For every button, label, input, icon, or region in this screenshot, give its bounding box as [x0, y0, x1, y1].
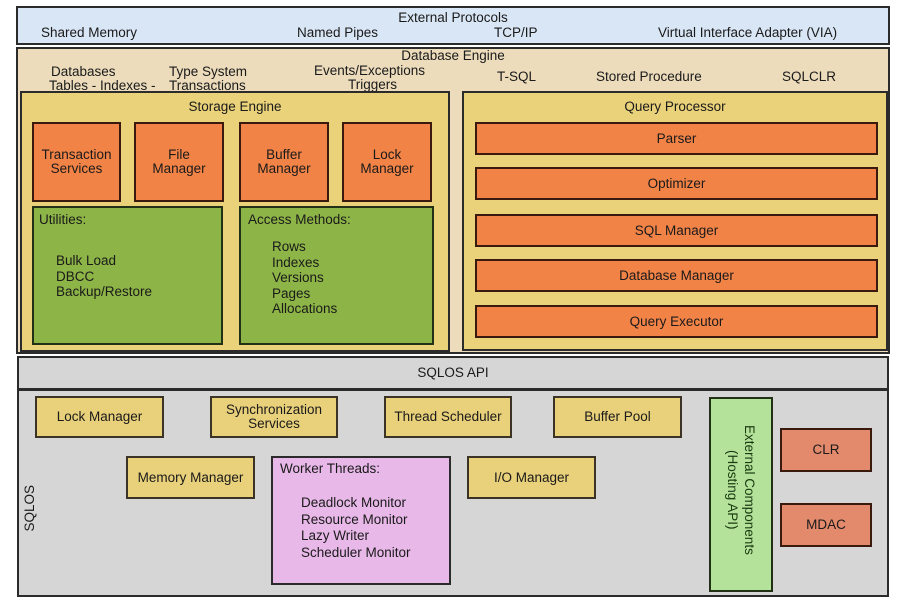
- sync-services-line2: Services: [248, 416, 300, 431]
- access-method-item: Versions: [272, 270, 324, 285]
- transaction-services-line2: Services: [50, 161, 103, 176]
- external-protocols-layer: External Protocols Shared Memory Named P…: [16, 6, 890, 45]
- buffer-manager-line2: Manager: [257, 161, 311, 176]
- worker-threads-list: Deadlock Monitor Resource Monitor Lazy W…: [301, 495, 411, 561]
- utility-item: Backup/Restore: [56, 284, 153, 299]
- utilities-list: Bulk Load DBCC Backup/Restore: [56, 253, 152, 300]
- thread-scheduler: Thread Scheduler: [384, 396, 512, 438]
- protocol-shared-memory: Shared Memory: [41, 25, 138, 40]
- external-components: External Components (Hosting API): [709, 397, 773, 592]
- access-method-item: Rows: [272, 239, 306, 254]
- sqlos-label: SQLOS: [22, 485, 37, 532]
- sql-manager: SQL Manager: [475, 214, 878, 247]
- buffer-manager-line1: Buffer: [266, 147, 302, 162]
- sqlos-lock-manager: Lock Manager: [35, 396, 164, 438]
- label-databases: Databases: [51, 64, 116, 79]
- worker-thread-item: Deadlock Monitor: [301, 495, 407, 510]
- clr: CLR: [780, 428, 872, 472]
- label-type-system: Type System: [169, 64, 248, 79]
- external-protocols-title: External Protocols: [398, 10, 508, 25]
- lock-manager-line1: Lock: [372, 147, 402, 162]
- external-components-line2: (Hosting API): [725, 450, 740, 530]
- lock-manager-storage: Lock Manager: [342, 122, 432, 202]
- label-stored-procedure: Stored Procedure: [596, 69, 702, 84]
- synchronization-services: Synchronization Services: [210, 396, 338, 438]
- protocol-tcpip: TCP/IP: [494, 25, 538, 40]
- external-components-line1: External Components: [742, 425, 757, 555]
- memory-manager: Memory Manager: [126, 456, 255, 499]
- optimizer: Optimizer: [475, 167, 878, 200]
- access-methods-list: Rows Indexes Versions Pages Allocations: [272, 239, 337, 317]
- transaction-services-line1: Transaction: [41, 147, 112, 162]
- external-components-label: External Components (Hosting API): [724, 425, 758, 555]
- buffer-pool: Buffer Pool: [553, 396, 682, 438]
- file-manager: File Manager: [134, 122, 224, 202]
- lock-manager-line2: Manager: [360, 161, 414, 176]
- label-events-exceptions: Events/Exceptions: [314, 63, 426, 78]
- access-method-item: Pages: [272, 285, 311, 301]
- sqlos-api-layer: SQLOS API: [17, 356, 889, 390]
- utilities-box: Utilities: Bulk Load DBCC Backup/Restore: [32, 206, 223, 345]
- query-processor-title: Query Processor: [624, 99, 726, 114]
- access-method-item: Allocations: [272, 301, 338, 316]
- protocol-named-pipes: Named Pipes: [297, 25, 379, 40]
- sync-services-line1: Synchronization: [225, 402, 323, 417]
- database-engine-title: Database Engine: [401, 48, 505, 63]
- worker-thread-item: Scheduler Monitor: [301, 544, 411, 560]
- label-tsql: T-SQL: [497, 69, 537, 84]
- file-manager-line1: File: [168, 147, 190, 162]
- utility-item: DBCC: [56, 268, 95, 284]
- worker-thread-item: Lazy Writer: [301, 528, 370, 543]
- transaction-services: Transaction Services: [32, 122, 121, 202]
- database-manager: Database Manager: [475, 259, 878, 292]
- label-sqlclr: SQLCLR: [782, 69, 837, 84]
- parser: Parser: [475, 122, 878, 155]
- access-method-item: Indexes: [272, 254, 320, 270]
- query-executor: Query Executor: [475, 305, 878, 338]
- access-methods-box: Access Methods: Rows Indexes Versions Pa…: [239, 206, 434, 345]
- file-manager-line2: Manager: [152, 161, 206, 176]
- worker-threads-title: Worker Threads:: [280, 461, 381, 476]
- buffer-manager: Buffer Manager: [239, 122, 329, 202]
- storage-engine-title: Storage Engine: [188, 99, 282, 114]
- io-manager: I/O Manager: [467, 456, 596, 499]
- worker-thread-item: Resource Monitor: [301, 511, 408, 527]
- worker-threads: Worker Threads: Deadlock Monitor Resourc…: [271, 456, 451, 585]
- label-triggers: Triggers: [348, 77, 398, 92]
- access-methods-title: Access Methods:: [248, 212, 351, 227]
- utilities-title: Utilities:: [39, 212, 87, 227]
- protocol-via: Virtual Interface Adapter (VIA): [658, 25, 838, 40]
- mdac: MDAC: [780, 503, 872, 547]
- utility-item: Bulk Load: [56, 253, 117, 268]
